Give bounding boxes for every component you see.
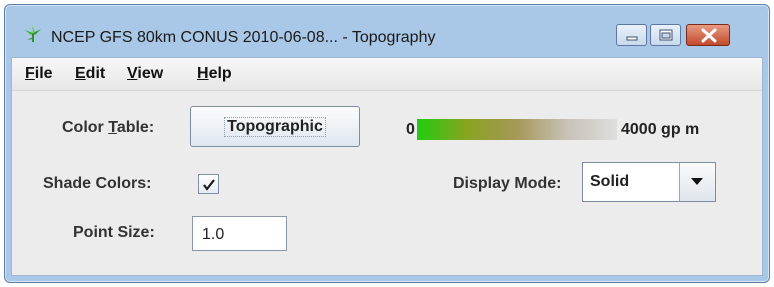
title-bar[interactable]: NCEP GFS 80km CONUS 2010-06-08... - Topo… — [5, 5, 769, 55]
maximize-icon — [659, 29, 673, 41]
menu-file[interactable]: File — [25, 65, 53, 83]
plant-icon — [23, 24, 43, 44]
color-table-button[interactable]: Topographic — [190, 106, 360, 147]
color-range-min: 0 — [406, 121, 415, 138]
close-button[interactable] — [686, 24, 730, 46]
color-table-button-label: Topographic — [224, 116, 326, 137]
menu-view[interactable]: View — [127, 65, 163, 83]
color-table-label: Color Table: — [62, 119, 155, 136]
color-table-preview — [417, 119, 617, 140]
shade-colors-checkbox[interactable] — [198, 174, 219, 194]
display-mode-value: Solid — [590, 173, 630, 190]
display-mode-label: Display Mode: — [453, 175, 562, 192]
minimize-icon — [626, 36, 638, 41]
display-mode-select[interactable]: Solid — [582, 162, 716, 202]
content-panel: File Edit View Help Color Table: Topogra… — [11, 57, 763, 276]
chevron-down-icon — [691, 178, 703, 185]
menu-bar: File Edit View Help — [12, 58, 762, 91]
point-size-input[interactable]: 1.0 — [192, 216, 287, 251]
shade-colors-label: Shade Colors: — [43, 175, 152, 192]
menu-edit[interactable]: Edit — [75, 65, 105, 83]
color-range-max: 4000 gp m — [621, 121, 700, 138]
checkmark-icon — [203, 179, 215, 191]
close-icon — [701, 28, 717, 43]
point-size-label: Point Size: — [73, 224, 155, 241]
display-mode-dropdown-button[interactable] — [679, 163, 715, 201]
minimize-button[interactable] — [616, 24, 647, 46]
window-title: NCEP GFS 80km CONUS 2010-06-08... - Topo… — [51, 29, 436, 46]
maximize-button[interactable] — [650, 24, 681, 46]
menu-help[interactable]: Help — [197, 65, 232, 83]
application-window: NCEP GFS 80km CONUS 2010-06-08... - Topo… — [4, 4, 770, 283]
